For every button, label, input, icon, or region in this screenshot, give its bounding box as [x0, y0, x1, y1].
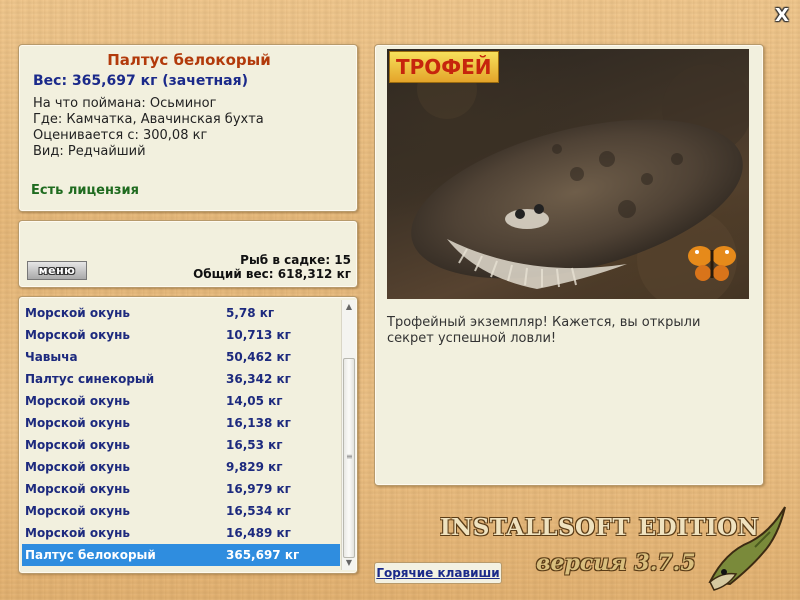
catch-fish-name: Морской окунь — [25, 504, 130, 518]
catch-fish-weight: 16,138 кг — [226, 416, 291, 430]
catch-row[interactable]: Морской окунь 10,713 кг — [22, 324, 340, 346]
catch-fish-name: Морской окунь — [25, 460, 130, 474]
catch-fish-weight: 10,713 кг — [226, 328, 291, 342]
catch-row[interactable]: Морской окунь 16,534 кг — [22, 500, 340, 522]
trophy-badge: ТРОФЕЙ — [389, 51, 499, 83]
catch-fish-weight: 9,829 кг — [226, 460, 283, 474]
trophy-panel: ТРОФЕЙ Трофейный экземпляр! Кажется, вы … — [374, 44, 764, 486]
scrollbar-thumb[interactable]: ≡ — [343, 358, 355, 558]
menu-button[interactable]: меню — [27, 261, 87, 280]
catch-fish-weight: 5,78 кг — [226, 306, 275, 320]
version-text: версия 3.7.5 — [536, 550, 696, 576]
flounder-image — [411, 59, 749, 299]
scrollbar[interactable]: ▲ ≡ ▼ — [341, 300, 356, 570]
catch-row[interactable]: Морской окунь 9,829 кг — [22, 456, 340, 478]
catch-fish-weight: 16,534 кг — [226, 504, 291, 518]
pike-logo-icon — [708, 506, 786, 591]
catch-fish-weight: 365,697 кг — [226, 548, 300, 562]
grip-icon: ≡ — [346, 452, 353, 461]
catch-fish-name: Морской окунь — [25, 526, 130, 540]
fish-info-panel: Палтус белокорый Вес: 365,697 кг (зачетн… — [18, 44, 358, 212]
scroll-up-icon[interactable]: ▲ — [342, 300, 356, 314]
fish-count: Рыб в садке: 15 — [240, 253, 351, 267]
total-weight: Общий вес: 618,312 кг — [193, 267, 351, 281]
fish-photo: ТРОФЕЙ — [387, 49, 749, 299]
catch-fish-name: Морской окунь — [25, 394, 130, 408]
catch-row[interactable]: Морской окунь 16,53 кг — [22, 434, 340, 456]
catch-row[interactable]: Чавыча 50,462 кг — [22, 346, 340, 368]
fish-rarity: Вид: Редчайший — [33, 144, 146, 159]
catch-fish-weight: 36,342 кг — [226, 372, 291, 386]
fish-weight: Вес: 365,697 кг (зачетная) — [33, 73, 248, 89]
catch-fish-name: Морской окунь — [25, 416, 130, 430]
catch-fish-name: Морской окунь — [25, 306, 130, 320]
catch-fish-weight: 16,53 кг — [226, 438, 283, 452]
catch-fish-weight: 16,979 кг — [226, 482, 291, 496]
license-status: Есть лицензия — [31, 183, 139, 198]
catch-row[interactable]: Палтус белокорый 365,697 кг — [22, 544, 340, 566]
catch-fish-name: Морской окунь — [25, 438, 130, 452]
catch-row[interactable]: Палтус синекорый 36,342 кг — [22, 368, 340, 390]
close-icon[interactable]: X — [772, 6, 792, 26]
catch-row[interactable]: Морской окунь 5,78 кг — [22, 302, 340, 324]
fish-title: Палтус белокорый — [107, 51, 271, 69]
trophy-caption: Трофейный экземпляр! Кажется, вы открыли… — [387, 315, 701, 346]
fish-bait: На что поймана: Осьминог — [33, 96, 217, 111]
catch-row[interactable]: Морской окунь 16,138 кг — [22, 412, 340, 434]
catch-fish-name: Палтус белокорый — [25, 548, 156, 562]
catch-row[interactable]: Морской окунь 16,489 кг — [22, 522, 340, 544]
catch-fish-name: Морской окунь — [25, 482, 130, 496]
catch-list: Морской окунь 5,78 кг Морской окунь 10,713 … — [18, 296, 358, 574]
fish-place: Где: Камчатка, Авачинская бухта — [33, 112, 264, 127]
catch-fish-name: Палтус синекорый — [25, 372, 155, 386]
keepnet-panel: меню Рыб в садке: 15 Общий вес: 618,312 … — [18, 220, 358, 288]
catch-row[interactable]: Морской окунь 16,979 кг — [22, 478, 340, 500]
catch-row[interactable]: Морской окунь 14,05 кг — [22, 390, 340, 412]
scroll-down-icon[interactable]: ▼ — [342, 556, 356, 570]
catch-fish-weight: 16,489 кг — [226, 526, 291, 540]
catch-fish-weight: 50,462 кг — [226, 350, 291, 364]
hotkeys-button[interactable]: Горячие клавиши — [374, 562, 502, 584]
catch-fish-name: Чавыча — [25, 350, 78, 364]
catch-fish-name: Морской окунь — [25, 328, 130, 342]
catch-fish-weight: 14,05 кг — [226, 394, 283, 408]
fish-rated-from: Оценивается с: 300,08 кг — [33, 128, 208, 143]
